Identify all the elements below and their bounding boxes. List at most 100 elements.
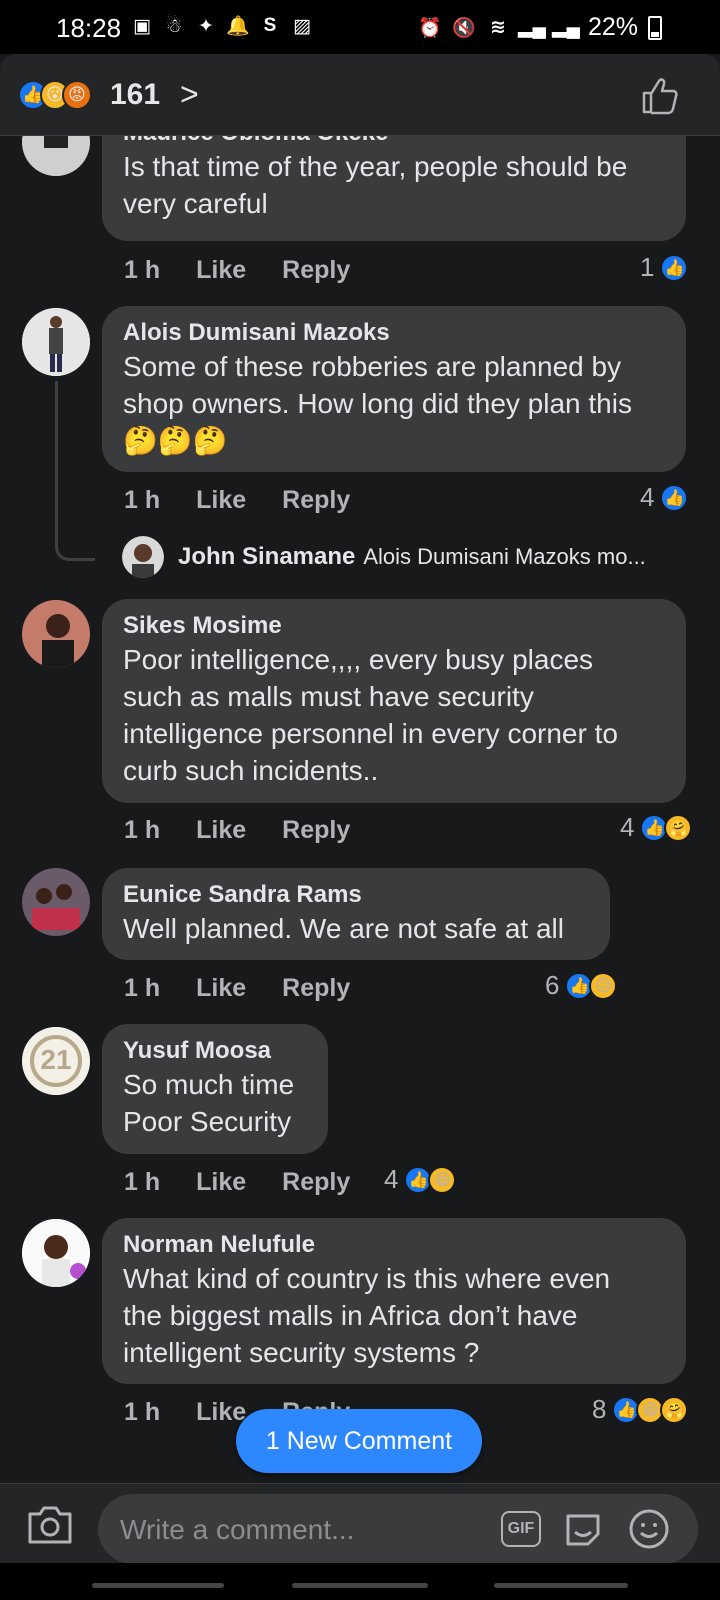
comment-time: 1 h — [124, 1168, 161, 1196]
status-bar: 18:28 ▣ ☃ ✦ 🔔 S ▨ ⏰ 🔇 ≋ ▂▄ ▂▄ 22% — [0, 0, 720, 54]
nav-back-button[interactable] — [494, 1583, 628, 1588]
comment-text-line: What kind of country is this where even — [123, 1263, 611, 1294]
avatar[interactable] — [22, 1219, 90, 1287]
shazam-icon: S — [263, 15, 277, 36]
reply-author[interactable]: John Sinamane — [178, 543, 355, 571]
comment-text-line: Well planned. We are not safe at all — [123, 913, 564, 944]
angry-reaction-icon: 😡 — [62, 80, 92, 110]
avatar[interactable]: 21 — [22, 1027, 90, 1095]
chevron-right-icon[interactable]: > — [180, 76, 199, 113]
avatar[interactable] — [22, 600, 90, 668]
sad-reaction-icon: 😥 — [589, 971, 618, 1000]
app-notification-icon: ▣ — [133, 15, 151, 37]
new-comment-button[interactable]: 1 New Comment — [236, 1409, 482, 1473]
like-button[interactable]: Like — [196, 256, 246, 285]
reply-button[interactable]: Reply — [282, 816, 350, 845]
reaction-count: 4 — [620, 812, 635, 842]
camera-icon[interactable] — [26, 1502, 74, 1546]
comment-feed[interactable]: Maurice Obioma Okeke Is that time of the… — [0, 136, 720, 1483]
comment-text-line: the biggest malls in Africa don’t have — [123, 1300, 578, 1331]
emoji-icon[interactable] — [628, 1508, 670, 1550]
reply-preview[interactable]: John Sinamane Alois Dumisani Mazoks mo..… — [122, 536, 646, 578]
mute-icon: 🔇 — [452, 17, 476, 39]
reaction-summary[interactable]: 4 👍 😆 — [384, 1164, 457, 1195]
comment-text-line: very careful — [123, 188, 268, 219]
reaction-summary[interactable]: 6 👍 😥 — [545, 970, 618, 1001]
like-button[interactable]: Like — [196, 1398, 246, 1427]
bell-icon: 🔔 — [226, 16, 250, 37]
comment-text-line: 🤔🤔🤔 — [123, 425, 228, 456]
reply-button[interactable]: Reply — [282, 256, 350, 285]
avatar[interactable] — [22, 868, 90, 936]
battery-percent: 22% — [587, 13, 638, 41]
comment-bubble[interactable]: Eunice Sandra Rams Well planned. We are … — [102, 868, 610, 960]
reply-button[interactable]: Reply — [282, 486, 350, 515]
comment-author[interactable]: Eunice Sandra Rams — [123, 880, 590, 910]
comment-text-line: shop owners. How long did they plan this — [123, 388, 632, 419]
comment-input[interactable]: Write a comment... GIF — [98, 1494, 698, 1564]
nav-home-button[interactable] — [292, 1583, 428, 1588]
comment-input-placeholder: Write a comment... — [120, 1514, 355, 1545]
reaction-summary[interactable]: 4 👍 🤗 — [620, 812, 693, 843]
comment-time: 1 h — [124, 816, 161, 844]
comment-text-line: intelligent security systems ? — [123, 1337, 480, 1368]
comment-actions: 1 h Like Reply — [124, 816, 386, 845]
comment-actions: 1 h Like Reply — [124, 256, 386, 285]
comment-author[interactable]: Yusuf Moosa — [123, 1036, 308, 1066]
nav-recents-button[interactable] — [92, 1583, 224, 1588]
reaction-summary[interactable]: 4 👍 — [640, 482, 689, 513]
comment-bubble[interactable]: Norman Nelufule What kind of country is … — [102, 1218, 686, 1384]
reaction-summary[interactable]: 1 👍 — [640, 252, 689, 283]
signal-icon: ▂▄ — [517, 17, 546, 38]
status-time: 18:28 — [56, 13, 122, 43]
comment-text-line: curb such incidents.. — [123, 755, 379, 786]
reply-button[interactable]: Reply — [282, 1168, 350, 1197]
avatar[interactable] — [122, 536, 164, 578]
like-button[interactable]: Like — [196, 486, 246, 515]
reaction-summary[interactable]: 8 👍 😆 🤗 — [592, 1394, 689, 1425]
comment-text-line: Poor Security — [123, 1106, 292, 1137]
avatar[interactable] — [22, 136, 90, 176]
sticker-icon[interactable] — [562, 1508, 604, 1550]
like-button[interactable]: Like — [196, 1168, 246, 1197]
comment-actions: 1 h Like Reply — [124, 486, 386, 515]
thread-line — [55, 381, 95, 561]
comment-author[interactable]: Sikes Mosime — [123, 611, 666, 641]
comment-author[interactable]: Norman Nelufule — [123, 1230, 666, 1260]
comment-text-line: such as malls must have security — [123, 681, 534, 712]
comment-bubble[interactable]: Sikes Mosime Poor intelligence,,,, every… — [102, 599, 686, 803]
gif-button[interactable]: GIF — [501, 1511, 541, 1547]
comment-bubble[interactable]: Yusuf Moosa So much time Poor Security — [102, 1024, 328, 1154]
comment-text-line: So much time — [123, 1069, 295, 1100]
like-button[interactable]: Like — [196, 974, 246, 1003]
reply-text: Alois Dumisani Mazoks mo... — [363, 544, 646, 569]
comment-time: 1 h — [124, 1398, 161, 1426]
comment-bubble[interactable]: Maurice Obioma Okeke Is that time of the… — [102, 136, 686, 241]
comment-author[interactable]: Maurice Obioma Okeke — [123, 136, 666, 148]
like-reaction-icon: 👍 — [660, 483, 689, 512]
comment-text-line: Is that time of the year, people should … — [123, 151, 628, 182]
comment-time: 1 h — [124, 256, 161, 284]
vpn-icon: ☃ — [165, 15, 183, 37]
reaction-count: 6 — [545, 970, 560, 1000]
reaction-count: 1 — [640, 252, 655, 282]
signal2-icon: ▂▄ — [551, 17, 580, 38]
reaction-count[interactable]: 161 — [110, 78, 160, 112]
reaction-summary[interactable]: 👍 😮 😡 — [18, 80, 92, 110]
system-nav-bar — [0, 1563, 720, 1600]
comment-text-line: Poor intelligence,,,, every busy places — [123, 644, 594, 675]
avatar[interactable] — [22, 308, 90, 376]
comment-author[interactable]: Alois Dumisani Mazoks — [123, 318, 666, 348]
reply-button[interactable]: Reply — [282, 974, 350, 1003]
care-reaction-icon: 🤗 — [664, 813, 693, 842]
comment-time: 1 h — [124, 974, 161, 1002]
like-button[interactable]: Like — [196, 816, 246, 845]
comment-bubble[interactable]: Alois Dumisani Mazoks Some of these robb… — [102, 306, 686, 472]
like-outline-icon[interactable] — [640, 76, 680, 116]
battery-icon — [648, 15, 662, 40]
system-icons: ⏰ 🔇 ≋ ▂▄ ▂▄ 22% — [418, 13, 662, 42]
comment-actions: 1 h Like Reply — [124, 974, 386, 1003]
reaction-count: 4 — [384, 1164, 399, 1194]
care-reaction-icon: 🤗 — [660, 1395, 689, 1424]
gallery-icon: ▨ — [293, 15, 311, 37]
